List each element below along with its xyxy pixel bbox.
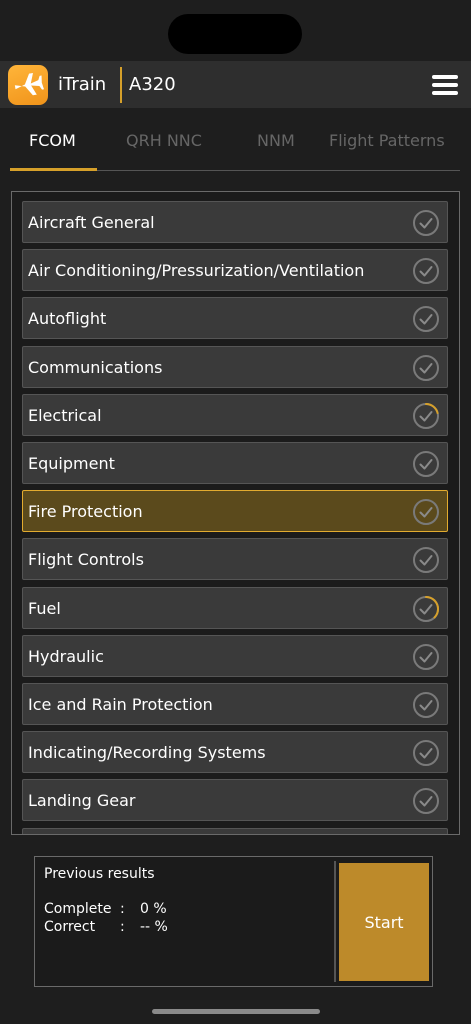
list-item-label: Aircraft General bbox=[28, 213, 155, 232]
list-item-partial[interactable] bbox=[22, 828, 448, 834]
device-notch bbox=[168, 14, 302, 54]
start-button[interactable]: Start bbox=[339, 863, 429, 981]
checkmark-circle-icon bbox=[413, 210, 439, 236]
complete-label: Complete bbox=[44, 901, 112, 917]
list-item-label: Autoflight bbox=[28, 309, 107, 328]
checkmark-circle-icon bbox=[413, 355, 439, 381]
correct-value: -- % bbox=[140, 919, 168, 935]
tab-flight-patterns[interactable]: Flight Patterns bbox=[329, 131, 445, 150]
app-name: iTrain bbox=[58, 74, 107, 95]
list-item-landing-gear[interactable]: Landing Gear bbox=[22, 779, 448, 821]
checkmark-circle-icon bbox=[413, 740, 439, 766]
airplane-icon bbox=[8, 65, 48, 105]
progress-circle-icon bbox=[413, 403, 439, 429]
list-item-label: Fire Protection bbox=[28, 502, 143, 521]
tab-nnm[interactable]: NNM bbox=[257, 131, 295, 150]
checkmark-circle-icon bbox=[413, 306, 439, 332]
checkmark-circle-icon bbox=[413, 788, 439, 814]
complete-value: 0 % bbox=[140, 901, 167, 917]
app-header: iTrain A320 bbox=[0, 61, 471, 108]
checkmark-circle-icon bbox=[413, 499, 439, 525]
tab-fcom[interactable]: FCOM bbox=[29, 131, 76, 150]
list-item-label: Hydraulic bbox=[28, 647, 104, 666]
previous-results-panel: Previous results Complete : 0 % Correct … bbox=[34, 856, 433, 987]
list-item-label: Communications bbox=[28, 358, 163, 377]
checkmark-circle-icon bbox=[413, 258, 439, 284]
results-title: Previous results bbox=[44, 866, 155, 882]
list-item-label: Equipment bbox=[28, 454, 115, 473]
list-item-label: Indicating/Recording Systems bbox=[28, 743, 266, 762]
list-item-indicating-recording-systems[interactable]: Indicating/Recording Systems bbox=[22, 731, 448, 773]
tab-baseline bbox=[97, 170, 460, 171]
header-divider bbox=[120, 67, 122, 103]
chapter-list[interactable]: Aircraft General Air Conditioning/Pressur… bbox=[11, 191, 460, 835]
results-divider bbox=[334, 861, 336, 982]
list-item-hydraulic[interactable]: Hydraulic bbox=[22, 635, 448, 677]
progress-circle-icon bbox=[413, 595, 439, 622]
active-tab-indicator bbox=[10, 168, 97, 171]
list-item-electrical[interactable]: Electrical bbox=[22, 394, 448, 436]
aircraft-model: A320 bbox=[129, 74, 176, 95]
list-item-label: Air Conditioning/Pressurization/Ventilat… bbox=[28, 261, 365, 280]
list-item-ice-and-rain-protection[interactable]: Ice and Rain Protection bbox=[22, 683, 448, 725]
checkmark-circle-icon bbox=[413, 547, 439, 573]
correct-label: Correct bbox=[44, 919, 96, 935]
home-indicator[interactable] bbox=[152, 1009, 320, 1014]
complete-separator: : bbox=[120, 901, 125, 917]
tab-bar: FCOM QRH NNC NNM Flight Patterns bbox=[0, 108, 471, 172]
list-item-aircraft-general[interactable]: Aircraft General bbox=[22, 201, 448, 243]
checkmark-circle-icon bbox=[413, 692, 439, 718]
list-item-label: Electrical bbox=[28, 406, 102, 425]
list-item-label: Ice and Rain Protection bbox=[28, 695, 213, 714]
list-item-communications[interactable]: Communications bbox=[22, 346, 448, 388]
list-item-label: Flight Controls bbox=[28, 550, 144, 569]
list-item-equipment[interactable]: Equipment bbox=[22, 442, 448, 484]
checkmark-circle-icon bbox=[413, 644, 439, 670]
checkmark-circle-icon bbox=[413, 451, 439, 477]
list-item-fire-protection[interactable]: Fire Protection bbox=[22, 490, 448, 532]
list-item-label: Landing Gear bbox=[28, 791, 136, 810]
correct-separator: : bbox=[120, 919, 125, 935]
list-item-flight-controls[interactable]: Flight Controls bbox=[22, 538, 448, 580]
hamburger-menu-icon[interactable] bbox=[430, 73, 460, 97]
list-item-label: Fuel bbox=[28, 599, 61, 618]
list-item-air-conditioning-pressurization-ventilation[interactable]: Air Conditioning/Pressurization/Ventilat… bbox=[22, 249, 448, 291]
list-item-fuel[interactable]: Fuel bbox=[22, 587, 448, 629]
list-item-autoflight[interactable]: Autoflight bbox=[22, 297, 448, 339]
tab-qrh-nnc[interactable]: QRH NNC bbox=[126, 131, 202, 150]
